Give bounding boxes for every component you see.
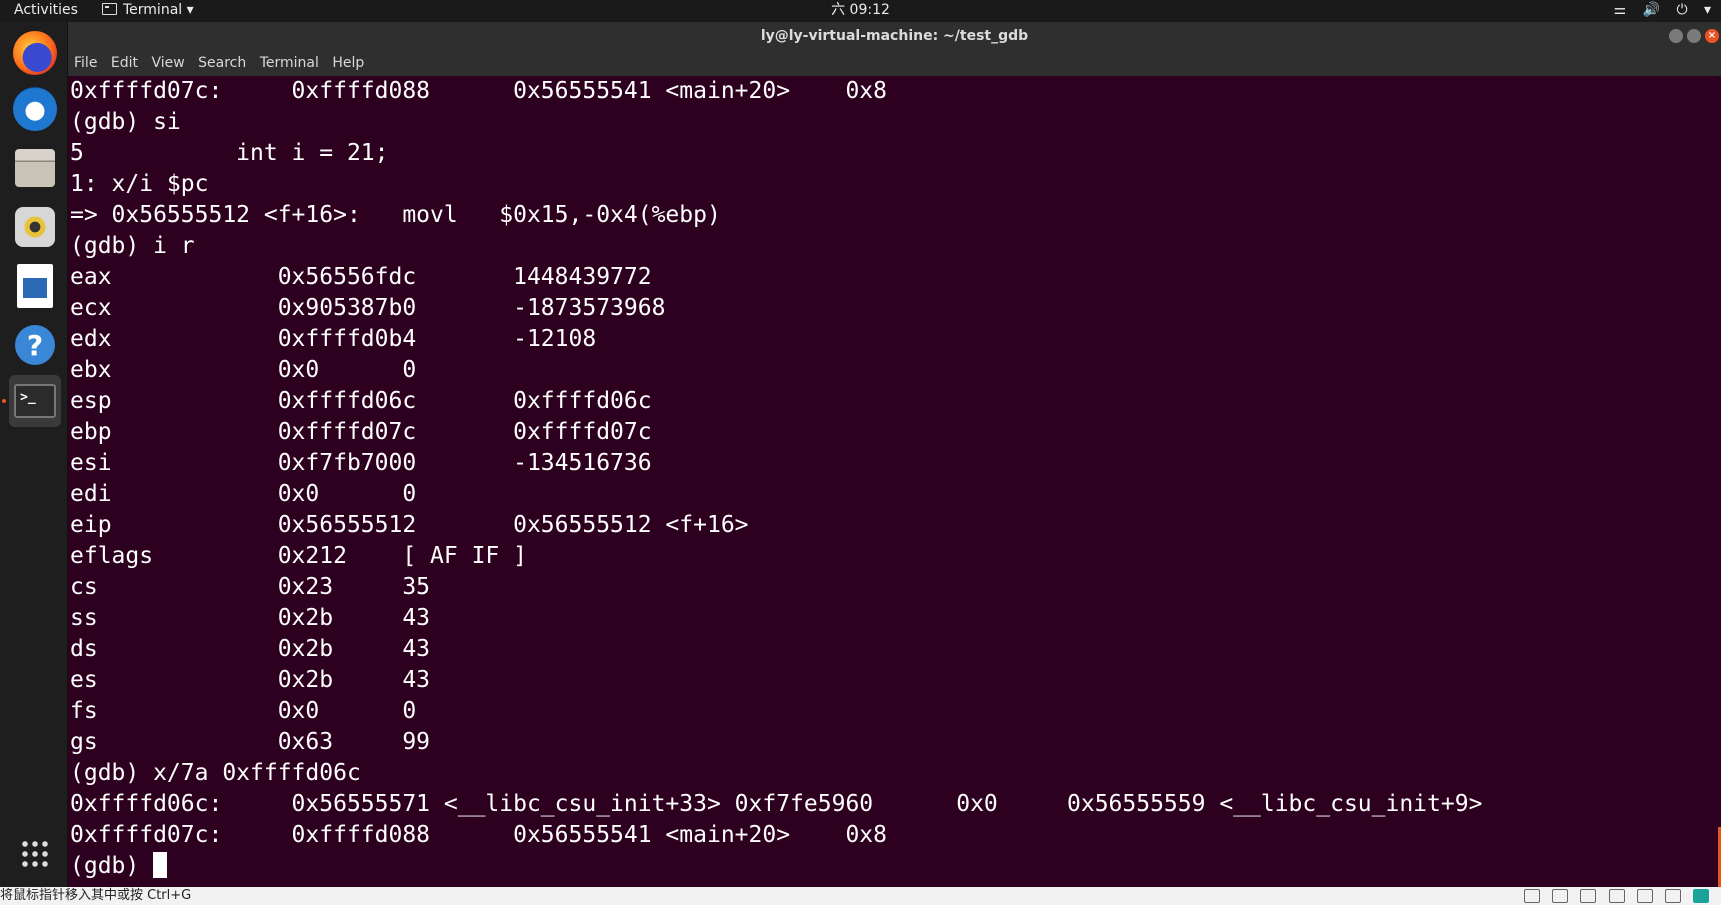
- terminal-output[interactable]: 0xffffd07c: 0xffffd088 0x56555541 <main+…: [68, 76, 1713, 887]
- terminal-line: ds 0x2b 43: [70, 636, 431, 662]
- terminal-line: eax 0x56556fdc 1448439772: [70, 264, 652, 290]
- active-indicator: [2, 399, 6, 403]
- menu-file[interactable]: File: [74, 50, 97, 76]
- terminal-line: edi 0x0 0: [70, 481, 417, 507]
- vm-status-icon: [1693, 888, 1709, 903]
- printer-icon: [1608, 888, 1625, 903]
- chevron-down-icon: ▾: [1703, 2, 1711, 18]
- terminal-line: (gdb) si: [70, 109, 181, 135]
- terminal-line: 5 int i = 21;: [70, 140, 389, 166]
- status-bar: 将鼠标指针移入其中或按 Ctrl+G: [0, 887, 1721, 905]
- terminal-line: cs 0x23 35: [70, 574, 431, 600]
- system-tray[interactable]: ⚌ 🔊 ⏻ ▾: [1602, 0, 1711, 20]
- menu-edit[interactable]: Edit: [111, 50, 138, 76]
- window-title: ly@ly-virtual-machine: ~/test_gdb: [760, 28, 1029, 44]
- terminal-line: => 0x56555512 <f+16>: movl $0x15,-0x4(%e…: [70, 202, 721, 228]
- terminal-line: (gdb) i r: [70, 233, 195, 259]
- minimize-button[interactable]: [1669, 29, 1683, 43]
- dock-item-thunderbird[interactable]: [9, 83, 61, 135]
- maximize-button[interactable]: [1687, 29, 1701, 43]
- prompt-line[interactable]: (gdb): [68, 851, 1713, 882]
- gdb-prompt: (gdb): [70, 853, 154, 879]
- menu-help[interactable]: Help: [332, 50, 364, 76]
- text-cursor: [153, 852, 168, 878]
- menu-bar: File Edit View Search Terminal Help: [68, 50, 1721, 76]
- window-titlebar[interactable]: ly@ly-virtual-machine: ~/test_gdb ×: [68, 22, 1721, 50]
- terminal-line: 0xffffd07c: 0xffffd088 0x56555541 <main+…: [70, 822, 887, 848]
- terminal-line: eflags 0x212 [ AF IF ]: [70, 543, 527, 569]
- terminal-line: 0xffffd06c: 0x56555571 <__libc_csu_init+…: [70, 791, 1483, 817]
- dock-item-firefox[interactable]: [9, 27, 61, 79]
- scrollbar[interactable]: [1713, 76, 1721, 887]
- hdd-icon: [1524, 888, 1541, 903]
- top-bar: Activities Terminal ▾ 六 09:12 ⚌ 🔊 ⏻ ▾: [0, 0, 1721, 22]
- terminal-line: esp 0xffffd06c 0xffffd06c: [70, 388, 652, 414]
- menu-terminal[interactable]: Terminal: [260, 50, 319, 76]
- dock: ? >_: [0, 22, 68, 887]
- terminal-line: es 0x2b 43: [70, 667, 431, 693]
- network-adapter-icon: [1580, 888, 1597, 903]
- files-icon: [15, 149, 55, 187]
- libreoffice-writer-icon: [17, 264, 53, 308]
- terminal-line: ebx 0x0 0: [70, 357, 417, 383]
- dock-item-rhythmbox[interactable]: [9, 201, 61, 253]
- terminal-line: fs 0x0 0: [70, 698, 417, 724]
- terminal-line: edx 0xffffd0b4 -12108: [70, 326, 597, 352]
- terminal-icon: >_: [14, 384, 56, 418]
- usb-icon: [1664, 888, 1681, 903]
- terminal-line: esi 0xf7fb7000 -134516736: [70, 450, 652, 476]
- show-applications-icon: [20, 839, 50, 869]
- cd-icon: [1552, 888, 1569, 903]
- menu-view[interactable]: View: [151, 50, 184, 76]
- help-icon: ?: [15, 325, 55, 365]
- terminal-line: eip 0x56555512 0x56555512 <f+16>: [70, 512, 749, 538]
- network-icon: ⚌: [1613, 2, 1627, 18]
- terminal-line: 1: x/i $pc: [70, 171, 209, 197]
- terminal-line: ss 0x2b 43: [70, 605, 431, 631]
- terminal-line: gs 0x63 99: [70, 729, 431, 755]
- volume-icon: 🔊: [1642, 2, 1660, 18]
- dock-item-help[interactable]: ?: [9, 319, 61, 371]
- status-icons: [1516, 887, 1709, 905]
- rhythmbox-icon: [15, 207, 55, 247]
- close-button[interactable]: ×: [1705, 29, 1719, 43]
- show-applications-button[interactable]: [9, 828, 61, 880]
- menu-search[interactable]: Search: [198, 50, 246, 76]
- firefox-icon: [13, 31, 57, 75]
- status-hint: 将鼠标指针移入其中或按 Ctrl+G: [0, 888, 192, 903]
- dock-item-terminal[interactable]: >_: [9, 375, 61, 427]
- dock-item-files[interactable]: [9, 142, 61, 194]
- terminal-line: ebp 0xffffd07c 0xffffd07c: [70, 419, 652, 445]
- terminal-line: (gdb) x/7a 0xffffd06c: [70, 760, 361, 786]
- power-icon: ⏻: [1676, 2, 1688, 18]
- thunderbird-icon: [13, 87, 57, 131]
- clock[interactable]: 六 09:12: [0, 0, 1721, 20]
- dock-item-writer[interactable]: [9, 260, 61, 312]
- terminal-line: ecx 0x905387b0 -1873573968: [70, 295, 666, 321]
- sound-icon: [1636, 888, 1653, 903]
- terminal-line: 0xffffd07c: 0xffffd088 0x56555541 <main+…: [70, 78, 887, 104]
